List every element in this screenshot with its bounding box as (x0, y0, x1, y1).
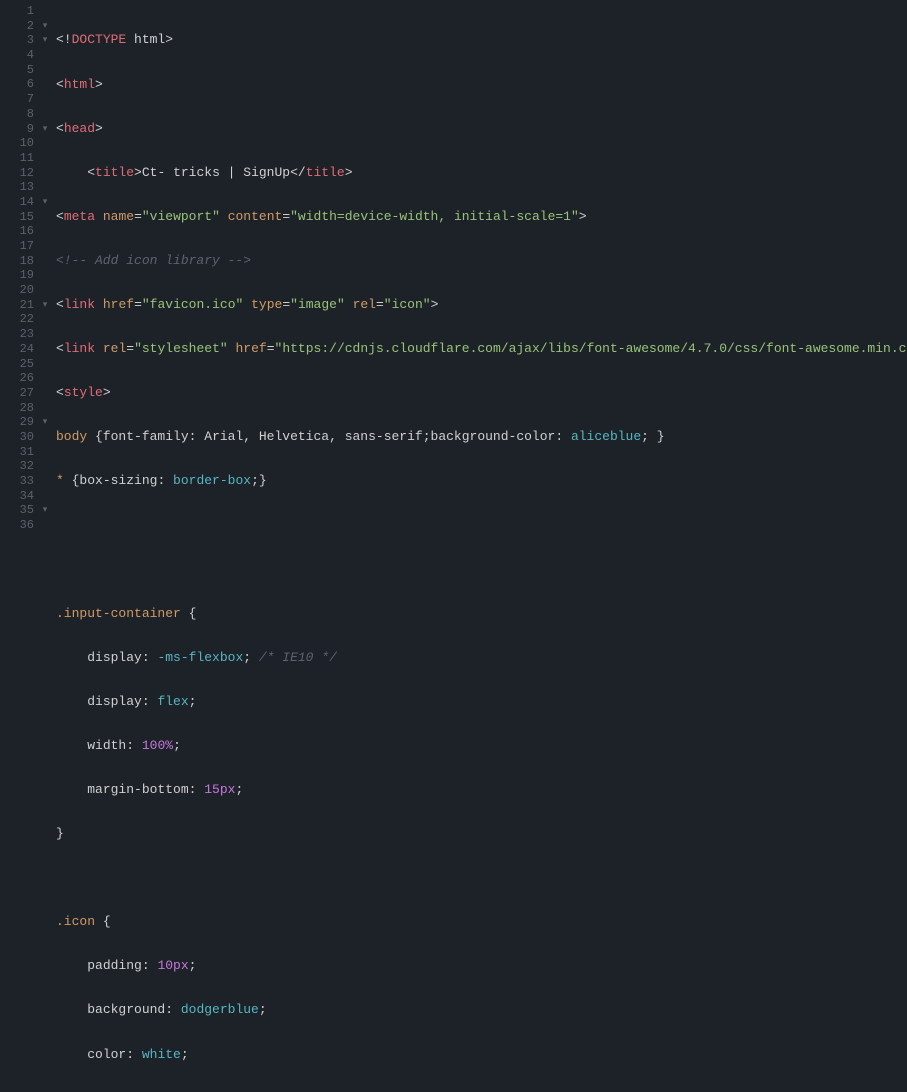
fold-icon[interactable]: ▾ (40, 33, 50, 48)
code-line[interactable]: padding: 10px; (56, 959, 907, 974)
fold-icon[interactable]: ▾ (40, 195, 50, 210)
code-line[interactable]: .input-container { (56, 607, 907, 622)
code-line[interactable]: color: white; (56, 1048, 907, 1063)
fold-icon[interactable]: ▾ (40, 122, 50, 137)
code-line[interactable]: <link href="favicon.ico" type="image" re… (56, 298, 907, 313)
code-line[interactable]: <link rel="stylesheet" href="https://cdn… (56, 342, 907, 357)
code-line[interactable]: * {box-sizing: border-box;} (56, 474, 907, 489)
code-line[interactable]: <style> (56, 386, 907, 401)
code-line[interactable]: body {font-family: Arial, Helvetica, san… (56, 430, 907, 445)
code-line[interactable]: display: flex; (56, 695, 907, 710)
code-line[interactable]: display: -ms-flexbox; /* IE10 */ (56, 651, 907, 666)
fold-gutter: ▾▾▾▾▾▾▾ (40, 0, 50, 546)
code-editor[interactable]: 1234567891011121314151617181920212223242… (0, 0, 907, 546)
code-line[interactable]: background: dodgerblue; (56, 1003, 907, 1018)
fold-icon[interactable]: ▾ (40, 19, 50, 34)
fold-icon[interactable]: ▾ (40, 415, 50, 430)
code-content[interactable]: <!DOCTYPE html> <html> <head> <title>Ct-… (50, 0, 907, 546)
code-line[interactable]: <!-- Add icon library --> (56, 254, 907, 269)
fold-icon[interactable]: ▾ (40, 503, 50, 518)
fold-icon[interactable]: ▾ (40, 298, 50, 313)
code-line[interactable]: width: 100%; (56, 739, 907, 754)
code-line[interactable]: margin-bottom: 15px; (56, 783, 907, 798)
code-line[interactable]: } (56, 827, 907, 842)
line-number-gutter: 1234567891011121314151617181920212223242… (0, 0, 40, 546)
code-line[interactable] (56, 563, 907, 578)
code-line[interactable]: <!DOCTYPE html> (56, 33, 907, 48)
code-line[interactable]: <title>Ct- tricks | SignUp</title> (56, 166, 907, 181)
code-line[interactable] (56, 871, 907, 886)
code-line[interactable]: <meta name="viewport" content="width=dev… (56, 210, 907, 225)
code-line[interactable]: <html> (56, 78, 907, 93)
code-line[interactable]: .icon { (56, 915, 907, 930)
code-line[interactable]: <head> (56, 122, 907, 137)
code-line[interactable] (56, 518, 907, 533)
